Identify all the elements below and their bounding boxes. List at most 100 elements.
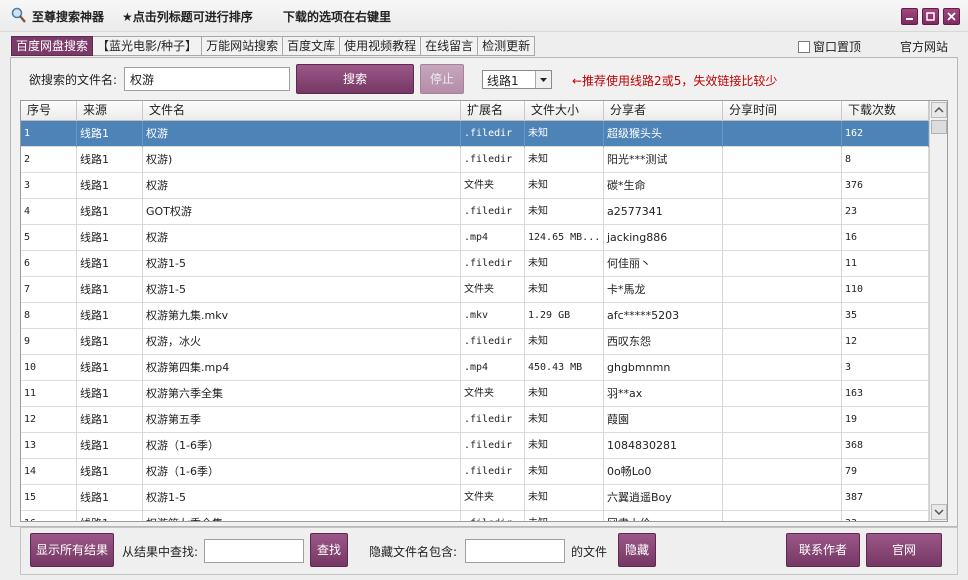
cell-filename: 权游第七季全集	[143, 511, 461, 521]
table-row[interactable]: 16线路1权游第七季全集.filedir未知冈聿上伶 33	[21, 511, 929, 521]
column-header-extension[interactable]: 扩展名	[461, 101, 525, 121]
cell-source: 线路1	[77, 433, 143, 459]
tab-baidu-pan-search[interactable]: 百度网盘搜索	[11, 36, 94, 56]
table-row[interactable]: 15 线路1 权游1-5 文件夹 未知 六翼逍遥Boy 387	[21, 485, 929, 511]
cell-extension: .mkv	[461, 303, 525, 329]
stop-button[interactable]: 停止	[420, 64, 464, 94]
route-select[interactable]: 线路1	[482, 70, 552, 89]
cell-download-count: 376	[842, 173, 929, 199]
table-row[interactable]: 11 线路1 权游第六季全集 文件夹 未知 羽**ax 163	[21, 381, 929, 407]
cell-sharer: 超级猴头头	[604, 121, 723, 147]
search-button[interactable]: 搜索	[296, 64, 414, 94]
tab-online-message[interactable]: 在线留言	[421, 36, 479, 56]
table-row[interactable]: 8 线路1 权游第九集.mkv .mkv 1.29 GB afc*****5203 35	[21, 303, 929, 329]
cell-download-count: 368	[842, 433, 929, 459]
cell-filename: 权游	[143, 121, 461, 147]
find-in-results-input[interactable]	[204, 539, 304, 563]
cell-share-time	[723, 329, 842, 355]
tab-check-update[interactable]: 检测更新	[478, 36, 536, 56]
cell-filesize: 未知	[525, 251, 604, 277]
checkbox-box[interactable]	[798, 40, 810, 53]
cell-index: 11	[21, 381, 77, 407]
table-row[interactable]: 9 线路1 权游，冰火 .filedir 未知 西叹东怨 12	[21, 329, 929, 355]
cell-download-count: 79	[842, 459, 929, 485]
cell-index: 2	[21, 147, 77, 173]
cell-download-count: 162	[842, 121, 929, 147]
cell-extension: .filedir	[461, 251, 525, 277]
official-site-button[interactable]: 官网	[866, 533, 942, 567]
hide-files-label: 隐藏文件名包含:	[369, 545, 458, 559]
minimize-icon	[906, 18, 913, 20]
cell-extension: .filedir	[461, 511, 525, 521]
cell-source: 线路1	[77, 381, 143, 407]
table-row[interactable]: 6 线路1 权游1-5 .filedir 未知 何佳丽丶 11	[21, 251, 929, 277]
title-bar: 至尊搜索神器 ★点击列标题可进行排序 下载的选项在右键里	[0, 0, 968, 32]
table-row[interactable]: 7 线路1 权游1-5 文件夹 未知 卡*馬龙 110	[21, 277, 929, 303]
scrollbar-thumb[interactable]	[931, 120, 947, 134]
cell-index: 12	[21, 407, 77, 433]
chevron-down-icon[interactable]	[535, 71, 551, 88]
cell-share-time	[723, 355, 842, 381]
minimize-button[interactable]	[901, 8, 918, 25]
cell-index: 8	[21, 303, 77, 329]
close-button[interactable]	[943, 8, 960, 25]
table-row[interactable]: 14 线路1 权游（1-6季） .filedir 未知 0o畅Lo0 79	[21, 459, 929, 485]
tab-universal-site-search[interactable]: 万能网站搜索	[202, 36, 284, 56]
table-row[interactable]: 1 线路1 权游 .filedir 未知 超级猴头头 162	[21, 121, 929, 147]
show-all-button[interactable]: 显示所有结果	[30, 533, 114, 567]
scroll-down-button[interactable]	[931, 504, 947, 520]
cell-sharer: 西叹东怨	[604, 329, 723, 355]
table-row[interactable]: 13 线路1 权游（1-6季） .filedir 未知 1084830281 368	[21, 433, 929, 459]
cell-sharer: 0o畅Lo0	[604, 459, 723, 485]
tab-video-tutorial[interactable]: 使用视频教程	[340, 36, 422, 56]
cell-filesize: 124.65 MB...	[525, 225, 604, 251]
search-input[interactable]: 权游	[124, 67, 290, 91]
column-header-sharer[interactable]: 分享者	[604, 101, 723, 121]
column-header-filename[interactable]: 文件名	[143, 101, 461, 121]
column-header-index[interactable]: 序号	[21, 101, 77, 121]
cell-filename: 权游)	[143, 147, 461, 173]
pin-window-checkbox[interactable]: 窗口置顶	[798, 38, 861, 55]
results-table[interactable]: 序号 来源 文件名 扩展名 文件大小 分享者 分享时间 下载次数 1 线路1 权游.…	[20, 100, 948, 522]
cell-share-time	[723, 511, 842, 521]
scroll-up-button[interactable]	[931, 102, 947, 118]
cell-download-count: 8	[842, 147, 929, 173]
hide-files-input[interactable]	[465, 539, 565, 563]
contact-author-button[interactable]: 联系作者	[786, 533, 860, 567]
cell-sharer: jacking886	[604, 225, 723, 251]
cell-sharer: afc*****5203	[604, 303, 723, 329]
column-header-share-time[interactable]: 分享时间	[723, 101, 842, 121]
cell-filesize: 未知	[525, 433, 604, 459]
table-row[interactable]: 3 线路1 权游 文件夹 未知 碳*生命 376	[21, 173, 929, 199]
cell-extension: 文件夹	[461, 485, 525, 511]
maximize-button[interactable]	[922, 8, 939, 25]
cell-filesize: 450.43 MB	[525, 355, 604, 381]
table-row[interactable]: 10 线路1 权游第四集.mp4 .mp4 450.43 MB ghgbmnmn 3	[21, 355, 929, 381]
tab-bluray-torrent[interactable]: 【蓝光电影/种子】	[93, 36, 203, 56]
cell-share-time	[723, 485, 842, 511]
find-in-results-label: 从结果中查找:	[122, 545, 199, 559]
table-row[interactable]: 5 线路1 权游 .mp4 124.65 MB... jacking886 16	[21, 225, 929, 251]
cell-sharer: 1084830281	[604, 433, 723, 459]
cell-source: 线路1	[77, 329, 143, 355]
find-button[interactable]: 查找	[310, 533, 348, 567]
cell-source: 线路1	[77, 407, 143, 433]
hide-button[interactable]: 隐藏	[618, 533, 656, 567]
cell-extension: 文件夹	[461, 173, 525, 199]
cell-filename: 权游第五季	[143, 407, 461, 433]
cell-filename: 权游（1-6季）	[143, 459, 461, 485]
column-header-source[interactable]: 来源	[77, 101, 143, 121]
table-row[interactable]: 4 线路1 GOT权游 .filedir 未知 a2577341 23	[21, 199, 929, 225]
cell-index: 15	[21, 485, 77, 511]
table-row[interactable]: 2 线路1 权游) .filedir 未知 阳光***测试 8	[21, 147, 929, 173]
tab-baidu-wenku[interactable]: 百度文库	[283, 36, 341, 56]
cell-index: 6	[21, 251, 77, 277]
column-header-filesize[interactable]: 文件大小	[525, 101, 604, 121]
vertical-scrollbar[interactable]	[929, 101, 947, 521]
table-row[interactable]: 12 线路1 权游第五季 .filedir 未知 葭園 19	[21, 407, 929, 433]
sort-hint-text: ★点击列标题可进行排序	[122, 10, 253, 24]
cell-sharer: 冈聿上伶	[604, 511, 723, 521]
cell-extension: 文件夹	[461, 381, 525, 407]
official-site-link[interactable]: 官方网站	[900, 38, 948, 55]
column-header-download-count[interactable]: 下载次数	[842, 101, 929, 121]
